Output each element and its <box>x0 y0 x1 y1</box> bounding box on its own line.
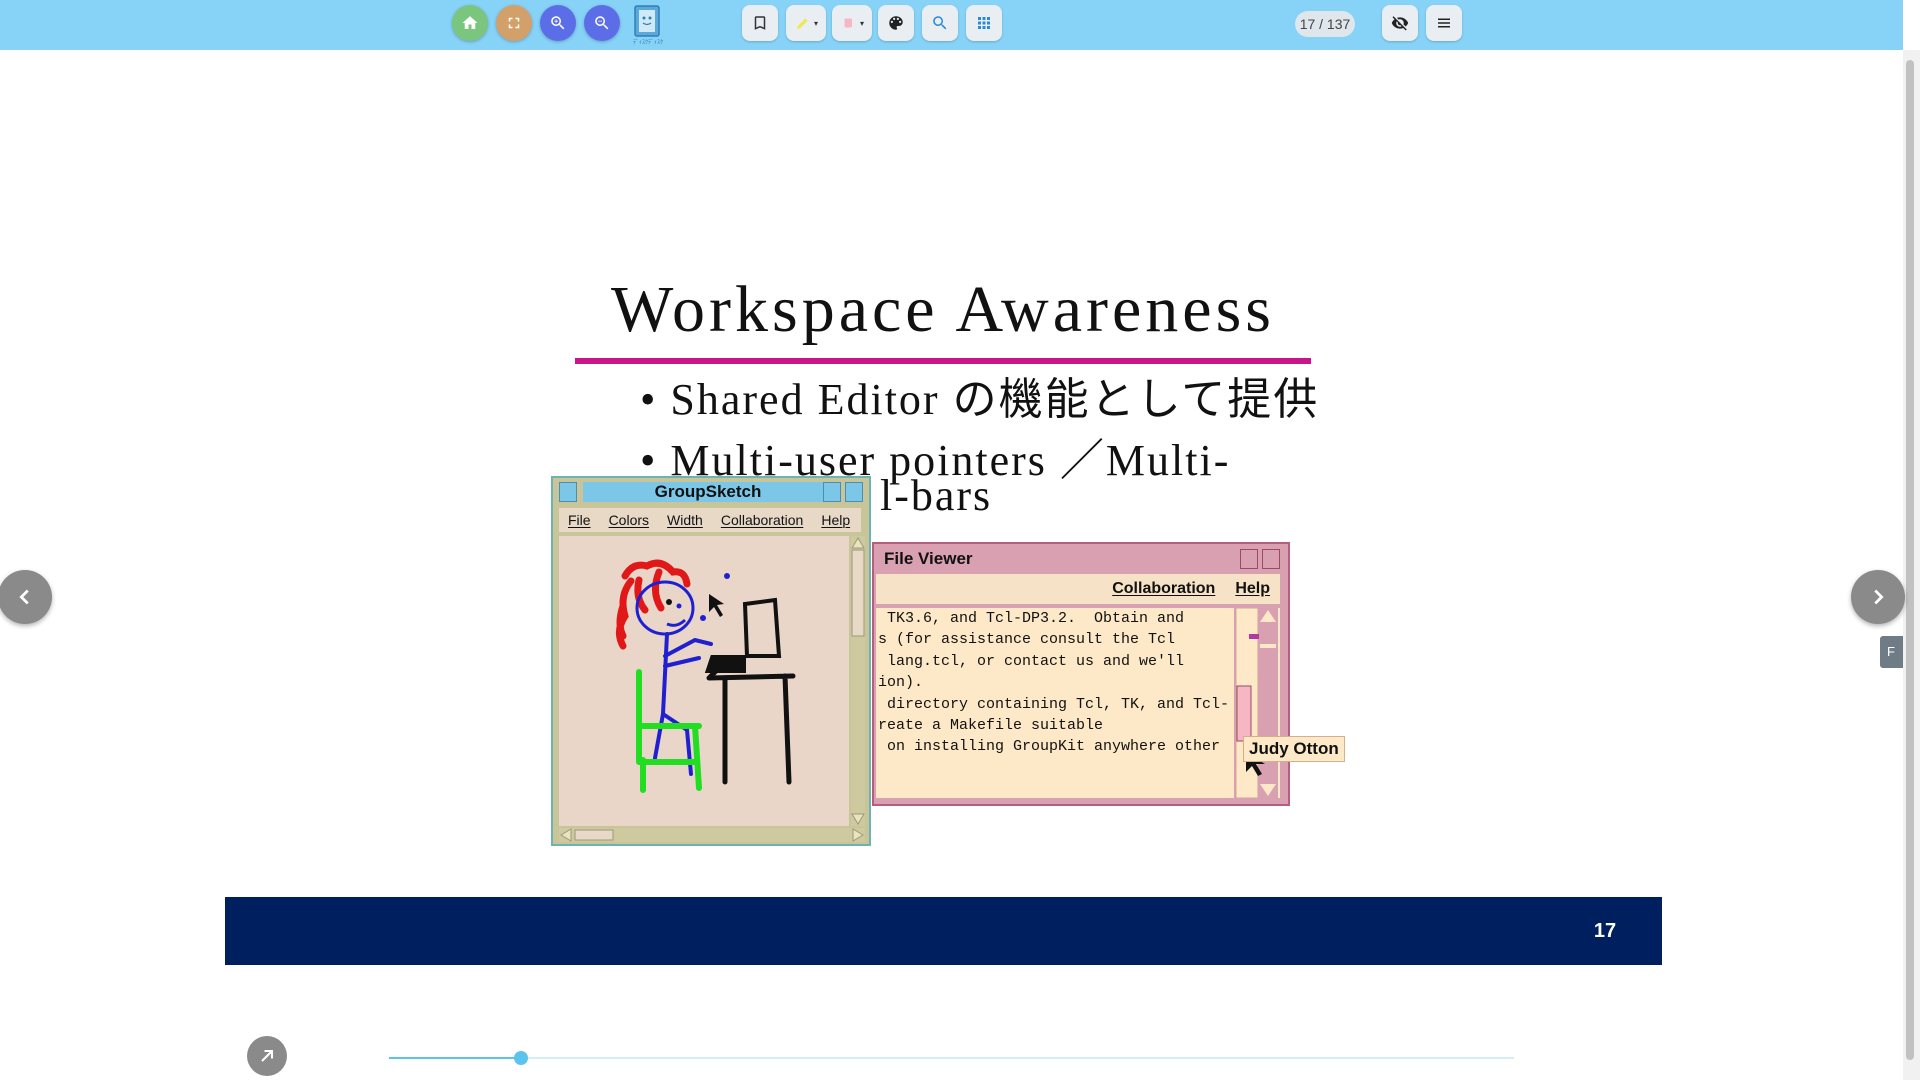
slide-progress-fill <box>389 1057 521 1059</box>
fullscreen-icon <box>508 17 520 29</box>
groupsketch-window[interactable]: GroupSketch File Colors Width Collaborat… <box>551 476 871 846</box>
groupsketch-menu-width[interactable]: Width <box>658 508 712 532</box>
file-viewer-menubar: Collaboration Help <box>876 574 1280 604</box>
search-button[interactable] <box>922 5 958 41</box>
text-line: ion). <box>878 674 924 692</box>
eye-off-icon <box>1391 16 1409 31</box>
slide-progress-handle[interactable] <box>513 1051 528 1065</box>
text-line: lang.tcl, or contact us and we'll <box>878 652 1185 670</box>
stick-figure-drawing <box>616 559 796 793</box>
groupsketch-title: GroupSketch <box>583 482 833 502</box>
open-external-button[interactable] <box>247 1036 287 1076</box>
eraser-button[interactable]: ▾ <box>832 5 872 41</box>
highlighter-button[interactable]: ▾ <box>786 5 826 41</box>
highlighter-dropdown-icon[interactable]: ▾ <box>814 19 818 28</box>
text-line: s (for assistance consult the Tcl <box>878 631 1176 649</box>
zoom-in-icon <box>551 16 565 30</box>
page-scrollbar-thumb[interactable] <box>1906 60 1914 1060</box>
groupsketch-minimize-button[interactable] <box>823 482 841 502</box>
text-line: on installing GroupKit anywhere other <box>878 738 1221 756</box>
groupsketch-menubar: File Colors Width Collaboration Help <box>559 508 861 532</box>
previous-slide-button[interactable] <box>0 570 52 624</box>
bookmark-button[interactable] <box>742 5 778 41</box>
groupsketch-maximize-button[interactable] <box>845 482 863 502</box>
bullet-1: • Shared Editor の機能として提供 <box>640 375 1320 424</box>
file-viewer-title: File Viewer <box>876 548 1238 570</box>
groupsketch-canvas[interactable] <box>559 536 849 826</box>
zoom-in-button[interactable] <box>540 5 576 41</box>
file-viewer-minimize-button[interactable] <box>1240 549 1258 569</box>
chevron-left-icon <box>19 589 29 605</box>
text-line: reate a Makefile suitable <box>878 717 1104 735</box>
groupsketch-vertical-scrollbar[interactable] <box>851 536 865 826</box>
chevron-right-icon <box>1874 589 1884 605</box>
arrow-up-right-icon <box>261 1049 274 1062</box>
bullet-2-continued: l-bars <box>880 471 993 520</box>
eraser-dropdown-icon[interactable]: ▾ <box>860 19 864 28</box>
home-icon <box>462 16 478 29</box>
side-panel-tab[interactable]: F <box>1880 636 1903 668</box>
grid-icon <box>978 17 990 29</box>
file-viewer-window[interactable]: File Viewer Collaboration Help TK3.6, an… <box>872 542 1290 806</box>
groupsketch-horizontal-scrollbar[interactable] <box>559 828 865 842</box>
groupsketch-menu-file[interactable]: File <box>559 508 600 532</box>
file-viewer-menu-collaboration[interactable]: Collaboration <box>1102 574 1225 604</box>
groupsketch-menu-colors[interactable]: Colors <box>600 508 658 532</box>
fullscreen-button[interactable] <box>496 5 532 41</box>
next-slide-button[interactable] <box>1851 570 1905 624</box>
remote-user-label: Judy Otton <box>1243 736 1345 762</box>
home-button[interactable] <box>452 5 488 41</box>
slide-footer-bar <box>225 897 1662 965</box>
palette-button[interactable] <box>878 5 914 41</box>
slide-title: Workspace Awareness <box>611 273 1275 346</box>
search-icon <box>933 16 947 30</box>
scrollbar-arrows <box>851 537 865 825</box>
menu-button[interactable] <box>1426 5 1462 41</box>
app-logo: ﾃﾞｨｽｸﾃﾞｨｽｸ <box>630 4 666 46</box>
palette-icon <box>889 16 903 30</box>
hide-toolbar-button[interactable] <box>1382 5 1418 41</box>
hamburger-menu-icon <box>1438 18 1450 28</box>
page-counter[interactable]: 17 / 137 <box>1295 11 1355 37</box>
zoom-out-icon <box>595 16 609 30</box>
file-viewer-maximize-button[interactable] <box>1262 549 1280 569</box>
top-toolbar: ﾃﾞｨｽｸﾃﾞｨｽｸ ▾ ▾ 17 / 137 <box>0 0 1903 50</box>
groupsketch-menu-collaboration[interactable]: Collaboration <box>712 508 813 532</box>
highlighter-icon <box>796 18 808 29</box>
zoom-out-button[interactable] <box>584 5 620 41</box>
file-viewer-menu-help[interactable]: Help <box>1225 574 1280 604</box>
slide-progress-slider[interactable] <box>389 1051 1514 1065</box>
text-line: directory containing Tcl, TK, and Tcl- <box>878 695 1230 713</box>
groupsketch-close-button[interactable] <box>559 482 577 502</box>
scrollbar-arrows <box>560 828 864 842</box>
slide-number: 17 <box>1593 920 1617 942</box>
text-line: TK3.6, and Tcl-DP3.2. Obtain and <box>878 610 1185 627</box>
grid-view-button[interactable] <box>966 5 1002 41</box>
groupsketch-menu-help[interactable]: Help <box>812 508 859 532</box>
eraser-icon <box>844 18 852 28</box>
app-logo-caption: ﾃﾞｨｽｸﾃﾞｨｽｸ <box>632 40 663 46</box>
bookmark-icon <box>754 16 766 30</box>
file-viewer-text[interactable]: TK3.6, and Tcl-DP3.2. Obtain and s (for … <box>876 608 1234 798</box>
